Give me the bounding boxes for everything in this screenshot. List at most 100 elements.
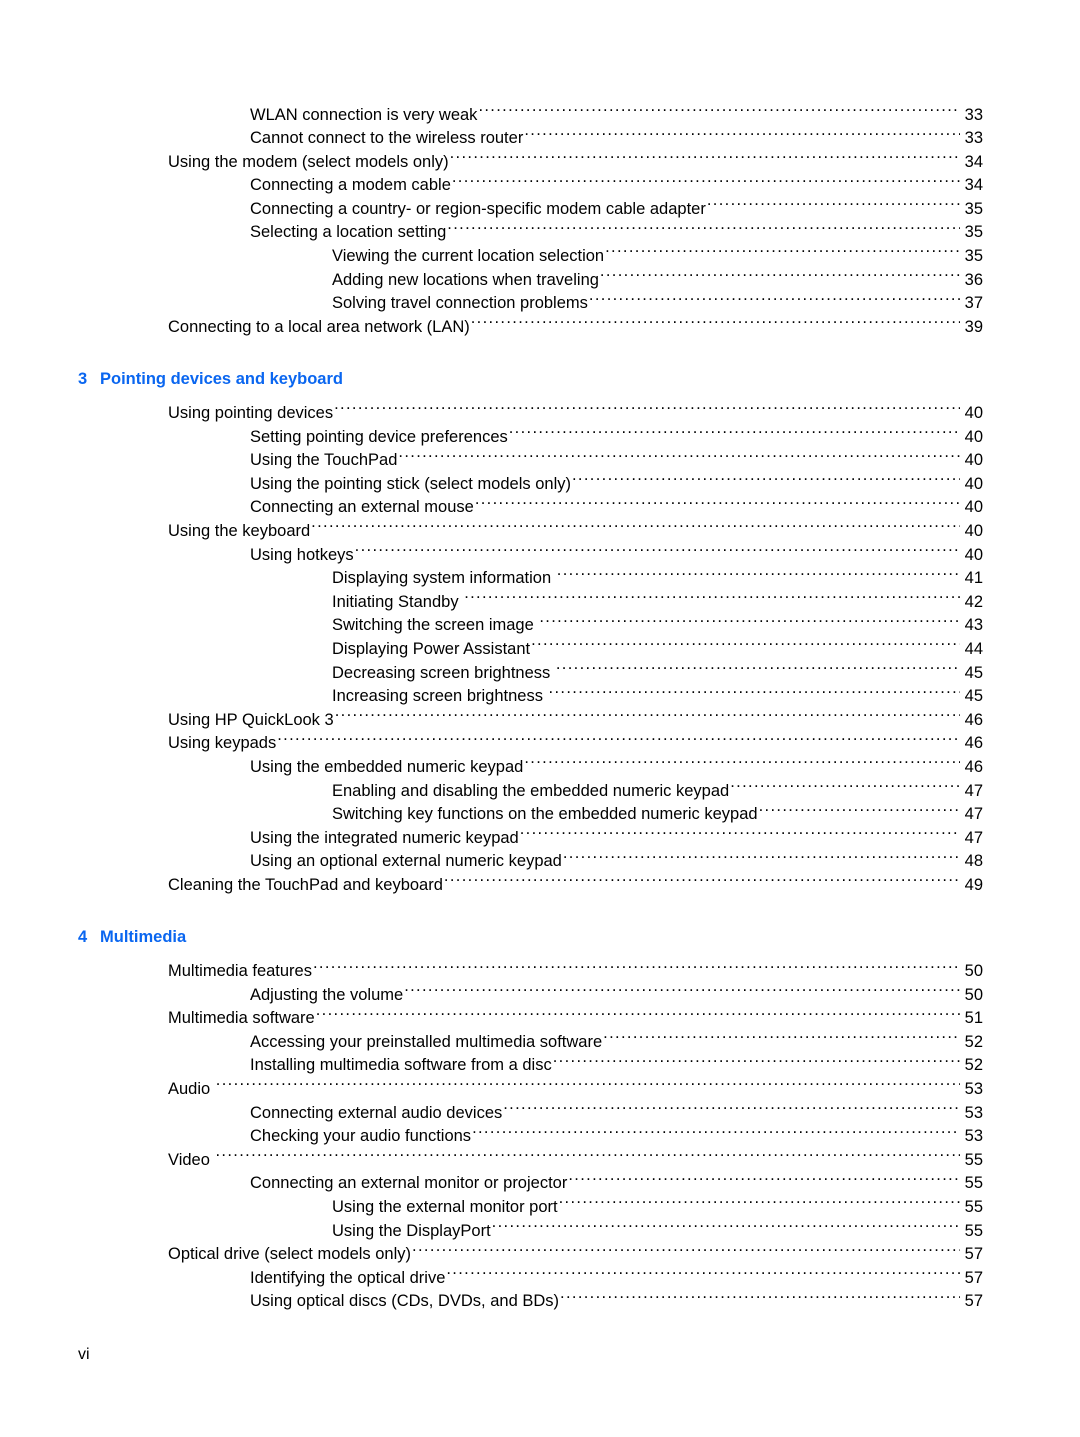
toc-entry-title: Using HP QuickLook 3 <box>168 710 334 729</box>
toc-entry[interactable]: Cannot connect to the wireless router 33 <box>0 127 1080 151</box>
toc-entry[interactable]: Using the TouchPad 40 <box>0 449 1080 473</box>
toc-entry[interactable]: Setting pointing device preferences 40 <box>0 425 1080 449</box>
toc-entry[interactable]: Enabling and disabling the embedded nume… <box>0 779 1080 803</box>
toc-entry[interactable]: Switching the screen image 43 <box>0 614 1080 638</box>
dot-leader <box>553 1054 960 1071</box>
toc-entry[interactable]: Identifying the optical drive 57 <box>0 1266 1080 1290</box>
toc-entry[interactable]: Adjusting the volume 50 <box>0 983 1080 1007</box>
toc-entry[interactable]: Using the DisplayPort 55 <box>0 1219 1080 1243</box>
toc-entry-title: WLAN connection is very weak <box>250 105 478 124</box>
dot-leader <box>478 103 960 120</box>
toc-entry[interactable]: Cleaning the TouchPad and keyboard 49 <box>0 873 1080 897</box>
toc-entry[interactable]: Increasing screen brightness 45 <box>0 685 1080 709</box>
toc-page: WLAN connection is very weak33Cannot con… <box>0 0 1080 1437</box>
toc-entry[interactable]: Using HP QuickLook 3 46 <box>0 708 1080 732</box>
toc-entry[interactable]: Solving travel connection problems 37 <box>0 292 1080 316</box>
toc-entry-title: Using the DisplayPort <box>332 1221 491 1240</box>
dot-leader <box>520 826 960 843</box>
toc-entry-page-number: 55 <box>964 1150 983 1169</box>
toc-entry[interactable]: Adding new locations when traveling 36 <box>0 268 1080 292</box>
toc-entry[interactable]: Accessing your preinstalled multimedia s… <box>0 1030 1080 1054</box>
toc-entry[interactable]: Audio 53 <box>0 1078 1080 1102</box>
toc-entry[interactable]: Viewing the current location selection 35 <box>0 245 1080 269</box>
toc-entry[interactable]: Connecting to a local area network (LAN)… <box>0 315 1080 339</box>
toc-entry[interactable]: Using an optional external numeric keypa… <box>0 850 1080 874</box>
dot-leader <box>557 567 960 584</box>
toc-entry[interactable]: Installing multimedia software from a di… <box>0 1054 1080 1078</box>
toc-entry-page-number: 55 <box>964 1174 983 1193</box>
toc-entry-title: Cannot connect to the wireless router <box>250 129 524 148</box>
dot-leader <box>472 1125 960 1142</box>
toc-entry[interactable]: Checking your audio functions 53 <box>0 1125 1080 1149</box>
toc-entry-page-number: 55 <box>964 1221 983 1240</box>
toc-entry[interactable]: Using the integrated numeric keypad 47 <box>0 826 1080 850</box>
toc-entry-page-number: 51 <box>964 1009 983 1028</box>
toc-entry-page-number: 52 <box>964 1056 983 1075</box>
toc-entry[interactable]: Switching key functions on the embedded … <box>0 803 1080 827</box>
toc-entry-page-number: 50 <box>964 962 983 981</box>
toc-entry[interactable]: WLAN connection is very weak 33 <box>0 103 1080 127</box>
toc-entry[interactable]: Multimedia software 51 <box>0 1007 1080 1031</box>
dot-leader <box>503 1101 960 1118</box>
toc-entry[interactable]: Connecting an external monitor or projec… <box>0 1172 1080 1196</box>
toc-entry-page-number: 45 <box>964 663 983 682</box>
dot-leader <box>475 496 960 513</box>
toc-entry-page-number: 46 <box>964 710 983 729</box>
toc-entry[interactable]: Using the embedded numeric keypad 46 <box>0 755 1080 779</box>
dot-leader <box>589 292 960 309</box>
toc-entry[interactable]: Using the external monitor port 55 <box>0 1196 1080 1220</box>
toc-entry-page-number: 52 <box>964 1032 983 1051</box>
toc-entry[interactable]: Using the pointing stick (select models … <box>0 472 1080 496</box>
toc-entry[interactable]: Optical drive (select models only) 57 <box>0 1243 1080 1267</box>
toc-entry-page-number: 48 <box>964 852 983 871</box>
toc-entry-page-number: 47 <box>964 781 983 800</box>
dot-leader <box>447 221 960 238</box>
toc-entry-title: Enabling and disabling the embedded nume… <box>332 781 730 800</box>
dot-leader <box>311 520 960 537</box>
toc-entry-title: Using hotkeys <box>250 545 354 564</box>
dot-leader <box>404 983 960 1000</box>
dot-leader <box>539 614 960 631</box>
toc-entry[interactable]: Decreasing screen brightness 45 <box>0 661 1080 685</box>
toc-entry[interactable]: Using pointing devices 40 <box>0 402 1080 426</box>
toc-entry-page-number: 33 <box>964 105 983 124</box>
dot-leader <box>524 127 960 144</box>
toc-entry[interactable]: Using the keyboard 40 <box>0 520 1080 544</box>
toc-entry-title: Decreasing screen brightness <box>332 663 551 682</box>
toc-entry-page-number: 45 <box>964 687 983 706</box>
toc-entry[interactable]: Connecting a modem cable 34 <box>0 174 1080 198</box>
toc-entry-title: Using an optional external numeric keypa… <box>250 852 562 871</box>
toc-entry[interactable]: Using keypads 46 <box>0 732 1080 756</box>
toc-entry-title: Connecting a country- or region-specific… <box>250 199 706 218</box>
toc-entry[interactable]: Connecting a country- or region-specific… <box>0 197 1080 221</box>
toc-entry-page-number: 33 <box>964 129 983 148</box>
dot-leader <box>452 174 960 191</box>
toc-entry[interactable]: Using optical discs (CDs, DVDs, and BDs)… <box>0 1290 1080 1314</box>
toc-entry-title: Displaying system information <box>332 569 552 588</box>
toc-entry-page-number: 57 <box>964 1268 983 1287</box>
toc-entry[interactable]: Using the modem (select models only) 34 <box>0 150 1080 174</box>
dot-leader <box>568 1172 960 1189</box>
dot-leader <box>605 245 960 262</box>
toc-entry[interactable]: Selecting a location setting 35 <box>0 221 1080 245</box>
toc-entry-page-number: 40 <box>964 522 983 540</box>
toc-entry-title: Using the keyboard <box>168 522 311 540</box>
toc-entry[interactable]: Displaying Power Assistant 44 <box>0 637 1080 661</box>
toc-entry[interactable]: Connecting an external mouse 40 <box>0 496 1080 520</box>
chapter-title: Multimedia <box>100 928 187 946</box>
toc-entry[interactable]: Using hotkeys 40 <box>0 543 1080 567</box>
dot-leader <box>509 425 960 442</box>
toc-entry-page-number: 36 <box>964 270 983 289</box>
toc-entry[interactable]: Multimedia features 50 <box>0 960 1080 984</box>
dot-leader <box>603 1030 960 1047</box>
dot-leader <box>492 1219 960 1236</box>
toc-entry[interactable]: Connecting external audio devices 53 <box>0 1101 1080 1125</box>
toc-entry[interactable]: Initiating Standby 42 <box>0 590 1080 614</box>
toc-entry[interactable]: Displaying system information 41 <box>0 567 1080 591</box>
chapter-number: 4 <box>78 928 88 946</box>
toc-entry-page-number: 35 <box>964 223 983 242</box>
toc-entry[interactable]: Video 55 <box>0 1148 1080 1172</box>
toc-entry-title: Connecting external audio devices <box>250 1103 503 1122</box>
toc-entry-page-number: 34 <box>964 176 983 195</box>
toc-entry-page-number: 40 <box>964 404 983 423</box>
